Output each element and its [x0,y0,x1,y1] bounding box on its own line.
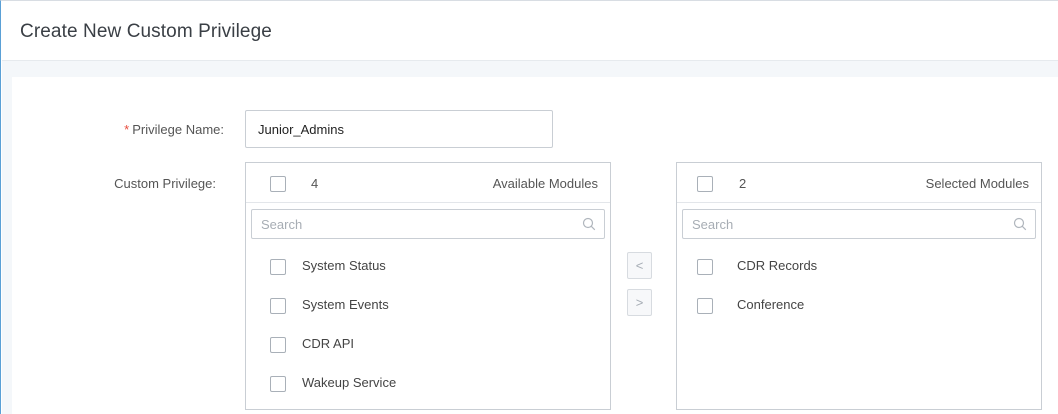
module-label: System Status [302,258,386,273]
available-panel-title: Available Modules [492,176,598,191]
module-checkbox[interactable] [270,376,286,392]
module-label: System Events [302,297,389,312]
module-label: CDR API [302,336,355,351]
available-module-item[interactable]: System Status [246,252,610,282]
selected-select-all-checkbox[interactable] [697,176,713,192]
available-select-all-checkbox[interactable] [270,176,286,192]
privilege-name-label-text: Privilege Name: [132,122,224,137]
privilege-name-label: * Privilege Name: [84,122,224,137]
selected-count: 2 [739,176,747,191]
selected-search-box [682,209,1036,239]
selected-panel-title: Selected Modules [925,176,1029,191]
search-icon[interactable] [1013,217,1027,231]
module-label: Conference [737,297,805,312]
available-search-box [251,209,605,239]
dialog-body-band [2,61,1058,77]
available-search-input[interactable] [252,210,572,238]
module-checkbox[interactable] [270,259,286,275]
move-left-button[interactable]: < [627,252,652,279]
selected-search-input[interactable] [683,210,1003,238]
available-panel-header: 4 Available Modules [246,163,610,203]
module-label: CDR Records [737,258,818,273]
move-right-button[interactable]: > [627,289,652,316]
dialog-title: Create New Custom Privilege [20,21,272,42]
module-label: Wakeup Service [302,375,397,390]
search-icon[interactable] [582,217,596,231]
available-module-item[interactable]: System Events [246,291,610,321]
custom-privilege-label: Custom Privilege: [114,176,216,191]
available-module-item[interactable]: CDR API [246,330,610,360]
module-checkbox[interactable] [697,259,713,275]
privilege-name-input[interactable] [245,110,553,148]
available-modules-panel: 4 Available Modules System Status System… [245,162,611,410]
module-checkbox[interactable] [270,298,286,314]
selected-module-item[interactable]: CDR Records [677,252,1041,282]
required-mark: * [124,122,130,137]
module-checkbox[interactable] [697,298,713,314]
selected-panel-header: 2 Selected Modules [677,163,1041,203]
dialog-header: Create New Custom Privilege [2,2,1058,61]
available-module-item[interactable]: Wakeup Service [246,369,610,399]
available-count: 4 [311,176,319,191]
selected-modules-panel: 2 Selected Modules CDR Records Conferenc… [676,162,1042,410]
selected-module-item[interactable]: Conference [677,291,1041,321]
module-checkbox[interactable] [270,337,286,353]
